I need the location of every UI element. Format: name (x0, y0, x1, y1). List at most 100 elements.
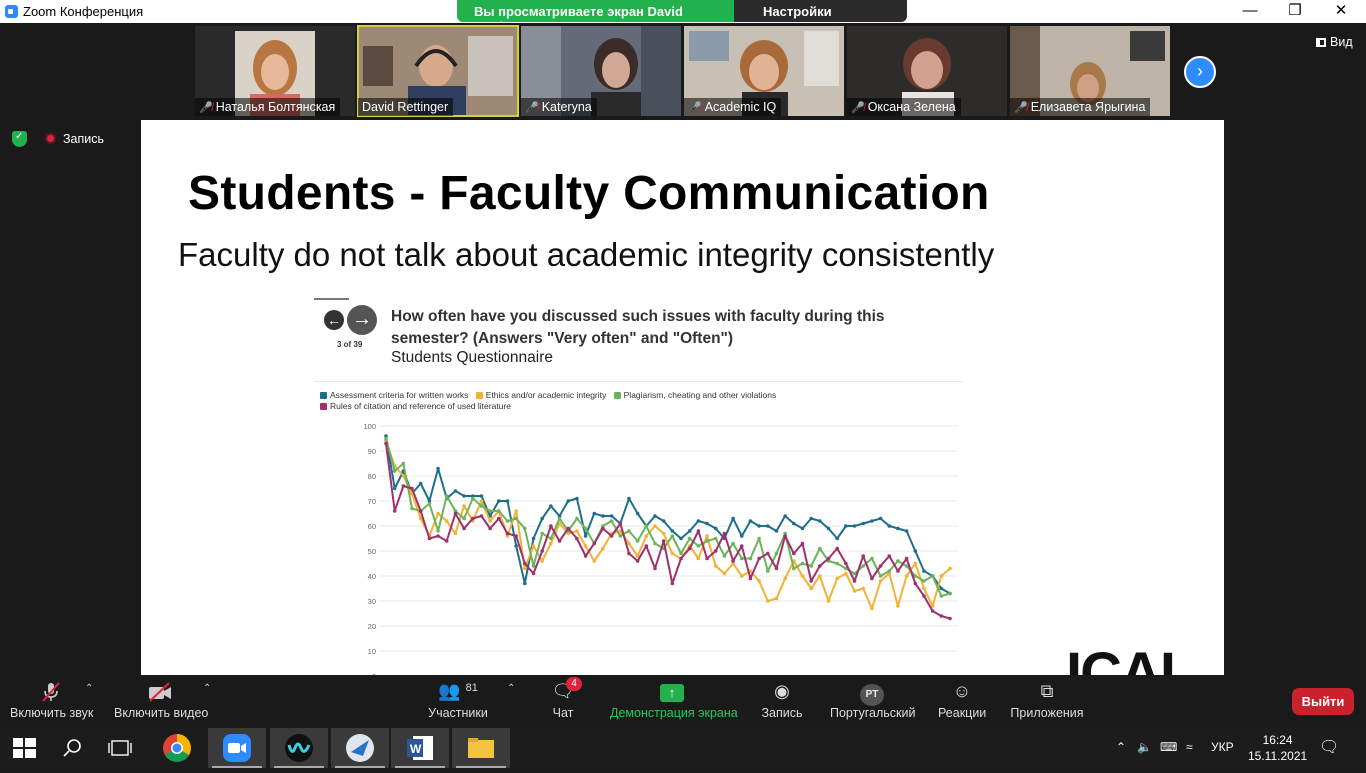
data-point (713, 526, 718, 531)
data-point (896, 604, 900, 608)
recording-label: Запись (63, 132, 105, 146)
taskbar-zoom[interactable] (208, 728, 266, 768)
participant-tile[interactable]: 🎤̸ Наталья Болтянская (195, 26, 355, 116)
data-point (670, 534, 675, 538)
data-point (410, 486, 414, 491)
keyboard-layout-icon[interactable]: ⌨ (1160, 740, 1177, 754)
data-point (436, 511, 440, 516)
participants-caret-icon[interactable]: ⌃ (507, 683, 515, 694)
system-clock[interactable]: 16:24 15.11.2021 (1248, 732, 1307, 764)
taskbar-webex[interactable] (270, 728, 328, 768)
data-point (670, 551, 675, 556)
data-point (861, 564, 866, 568)
view-options-button[interactable]: Настройки просмотра ⌄ (734, 0, 907, 22)
unmute-button[interactable]: Включить звук (10, 681, 93, 720)
participant-tile[interactable]: 🎤̸ Елизавета Ярыгина (1010, 26, 1170, 116)
data-point (523, 566, 527, 571)
data-point (696, 544, 701, 548)
prev-arrow-icon[interactable]: ← (324, 310, 344, 330)
y-tick-label: 60 (368, 522, 376, 531)
start-video-button[interactable]: Включить видео (114, 681, 208, 720)
data-point (705, 556, 709, 561)
data-point (540, 531, 544, 536)
security-shield-icon[interactable] (12, 131, 27, 147)
view-button[interactable]: Вид (1316, 35, 1353, 49)
participant-tile-active-speaker[interactable]: David Rettinger (357, 25, 519, 117)
data-point (479, 514, 484, 518)
data-point (731, 559, 735, 563)
restore-button[interactable]: ❐ (1272, 0, 1318, 23)
data-point (679, 551, 683, 556)
next-page-arrow-icon[interactable]: › (1184, 56, 1216, 88)
data-point (583, 544, 588, 548)
participant-tile[interactable]: 🎤̸ Academic IQ (684, 26, 844, 116)
legend-item: Plagiarism, cheating and other violation… (613, 390, 776, 400)
input-language[interactable]: УКР (1211, 740, 1234, 754)
data-point (904, 529, 909, 533)
share-screen-icon: ↑ (610, 681, 734, 703)
data-point (765, 524, 770, 528)
data-point (531, 544, 536, 548)
interpretation-button[interactable]: PT Португальский (830, 681, 915, 720)
data-point (757, 579, 761, 583)
share-screen-button[interactable]: ↑ Демонстрация экрана (610, 681, 738, 720)
data-point (792, 551, 796, 556)
legend-item: Ethics and/or academic integrity (475, 390, 606, 400)
taskbar-app[interactable] (331, 728, 389, 768)
data-point (748, 519, 753, 523)
notifications-icon[interactable]: 🗨 (1319, 737, 1339, 757)
recording-indicator[interactable]: Запись (45, 132, 104, 146)
data-point (514, 544, 518, 548)
data-point (792, 566, 796, 571)
data-point (635, 539, 640, 543)
next-arrow-icon[interactable]: → (347, 305, 377, 335)
data-point (488, 519, 492, 523)
data-point (887, 554, 892, 558)
data-point (922, 569, 926, 573)
data-point (904, 574, 909, 578)
video-options-caret-icon[interactable]: ⌃ (203, 683, 211, 694)
taskbar-file-explorer[interactable] (452, 728, 510, 768)
taskbar-chrome[interactable] (148, 728, 206, 768)
search-button[interactable] (48, 728, 96, 768)
data-point (774, 551, 779, 556)
volume-icon[interactable]: 🔈 (1137, 740, 1152, 754)
show-hidden-icons-caret-icon[interactable]: ⌃ (1116, 740, 1126, 754)
data-point (800, 574, 805, 578)
clock-date: 15.11.2021 (1248, 749, 1308, 763)
data-point (661, 539, 666, 543)
data-point (592, 541, 597, 546)
data-point (531, 571, 536, 576)
participant-strip: 🎤̸ Наталья Болтянская David Rettinger 🎤̸ K… (0, 23, 1366, 119)
data-point (601, 526, 605, 531)
data-point (696, 556, 701, 561)
leave-meeting-button[interactable]: Выйти (1292, 688, 1354, 715)
data-point (627, 496, 631, 501)
meeting-toolbar: Включить звук ⌃ Включить видео ⌃ 👥 81 Уч… (0, 675, 1366, 728)
data-point (497, 516, 501, 521)
wifi-icon[interactable]: ≈ (1186, 740, 1193, 754)
record-button[interactable]: ◉ Запись (760, 681, 804, 720)
interpretation-language-icon: PT (830, 681, 914, 706)
data-point (566, 526, 571, 531)
data-point (523, 561, 527, 566)
data-point (852, 524, 857, 528)
embedded-visualization: ← → 3 of 39 How often have you discussed… (308, 296, 964, 675)
participants-button[interactable]: 👥 81 Участники (428, 681, 488, 720)
close-button[interactable]: ✕ (1318, 0, 1364, 23)
data-point (818, 546, 822, 551)
data-point (870, 556, 874, 561)
participant-tile[interactable]: 🎤̸ Kateryna (521, 26, 681, 116)
apps-button[interactable]: ⧉ Приложения (1010, 681, 1084, 720)
reactions-button[interactable]: ☺ Реакции (938, 681, 986, 720)
participant-tile[interactable]: 🎤̸ Оксана Зелена (847, 26, 1007, 116)
task-view-button[interactable] (96, 728, 144, 768)
data-point (401, 461, 406, 466)
data-point (661, 531, 666, 536)
data-point (748, 556, 753, 561)
audio-options-caret-icon[interactable]: ⌃ (85, 683, 93, 694)
minimize-button[interactable]: — (1227, 0, 1273, 23)
start-button[interactable] (0, 728, 48, 768)
data-point (462, 516, 466, 521)
taskbar-word[interactable]: W (391, 728, 449, 768)
